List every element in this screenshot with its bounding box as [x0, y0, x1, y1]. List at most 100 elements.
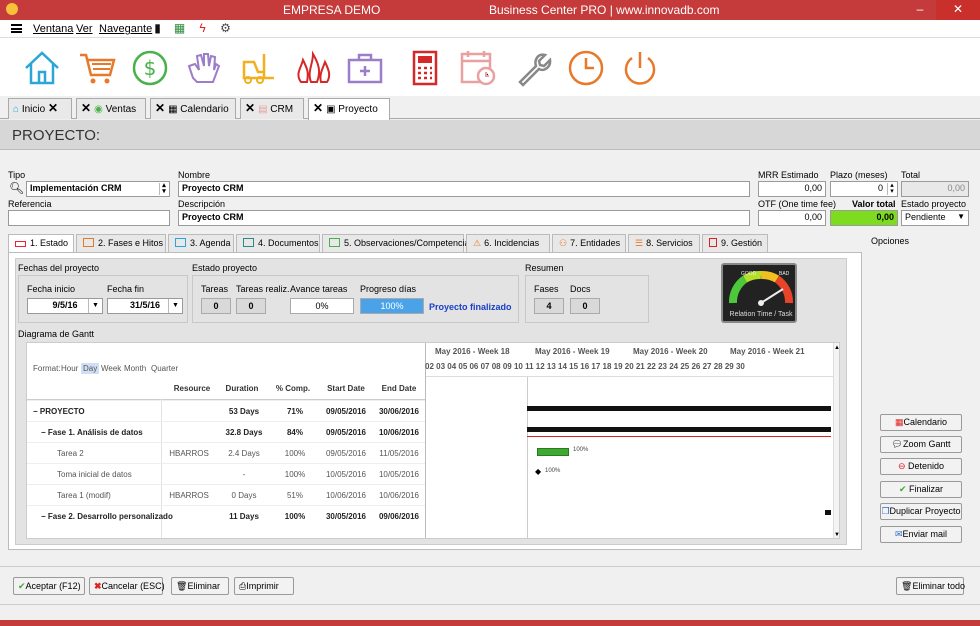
gantt-row[interactable]: − PROYECTO 53 Days 71% 09/05/2016 30/06/2016	[27, 400, 425, 421]
gantt-row[interactable]: Toma inicial de datos - 100% 10/05/2016 10/0…	[27, 463, 425, 484]
milestone-diamond-icon[interactable]: ◆	[535, 467, 541, 476]
descripcion-field[interactable]: Proyecto CRM	[178, 210, 750, 226]
gantt-cell-comp: 100%	[284, 512, 306, 521]
plazo-field[interactable]: 0 ▴ ▾	[830, 181, 898, 197]
eliminar-button[interactable]: 🗑︎Eliminar	[171, 577, 229, 595]
imprimir-button[interactable]: ⎙Imprimir	[234, 577, 294, 595]
calculator-icon[interactable]	[405, 48, 445, 88]
tab-ventas[interactable]: ✕ ◉ Ventas	[76, 98, 146, 119]
menu-ver[interactable]: Ver	[76, 23, 93, 35]
gantt-vscroll[interactable]: ▲ ▼	[833, 343, 839, 538]
tab-observaciones[interactable]: 5. Observaciones/Competencia	[322, 234, 470, 252]
enviar-mail-button[interactable]: ✉Enviar mail	[880, 526, 962, 543]
signal-icon[interactable]: ▮	[151, 22, 164, 35]
close-tab-icon[interactable]: ✕	[81, 101, 91, 115]
cancelar-button[interactable]: ✖Cancelar (ESC)	[89, 577, 165, 595]
scroll-down-icon[interactable]: ▼	[834, 532, 839, 538]
aceptar-button[interactable]: ✔Aceptar (F12)	[13, 577, 85, 595]
close-tab-icon[interactable]: ✕	[155, 101, 165, 115]
fecha-inicio-field[interactable]: 9/5/16 ▼	[27, 298, 103, 314]
wrench-icon[interactable]	[512, 48, 552, 88]
bar-proyecto[interactable]	[527, 406, 831, 411]
finalizar-button[interactable]: ✔ Finalizar	[880, 481, 962, 498]
hamburger-menu-icon[interactable]	[11, 24, 22, 33]
bar-fase1[interactable]	[527, 427, 831, 432]
tab-inicio[interactable]: ⌂ Inicio ✕	[8, 98, 72, 119]
fire-icon[interactable]	[293, 48, 333, 88]
tab-documentos[interactable]: 4. Documentos	[236, 234, 320, 252]
mrr-field[interactable]: 0,00	[758, 181, 826, 197]
search-icon[interactable]: 🔍︎	[9, 181, 24, 195]
format-hour[interactable]: Hour	[61, 364, 78, 373]
close-tab-icon[interactable]: ✕	[245, 101, 255, 115]
hand-icon[interactable]	[183, 48, 223, 88]
folder-icon	[243, 238, 254, 247]
calendario-button[interactable]: ▦Calendario	[880, 414, 962, 431]
detenido-button[interactable]: ⊖ Detenido	[880, 458, 962, 475]
tab-agenda[interactable]: 3. Agenda	[168, 234, 234, 252]
tab-crm[interactable]: ✕ ▤ CRM	[240, 98, 304, 119]
tab-entidades[interactable]: ⚇ 7. Entidades	[552, 234, 626, 252]
agenda-icon	[175, 238, 186, 247]
calendar-icon: ▦	[168, 104, 178, 115]
referencia-field[interactable]	[8, 210, 170, 226]
clock-icon[interactable]	[566, 48, 606, 88]
tab-servicios[interactable]: ☰ 8. Servicios	[628, 234, 700, 252]
tab-calendario[interactable]: ✕ ▦ Calendario	[150, 98, 236, 119]
gantt-cell-end: 30/06/2016	[378, 407, 420, 416]
otf-field[interactable]: 0,00	[758, 210, 826, 226]
flash-icon[interactable]: ϟ	[196, 22, 209, 35]
tab-incidencias[interactable]: ⚠ 6. Incidencias	[466, 234, 550, 252]
gantt-row[interactable]: − Fase 2. Desarrollo personalizado 11 Day…	[27, 505, 425, 526]
scroll-up-icon[interactable]: ▲	[834, 345, 839, 351]
project-icon: ▣	[326, 104, 336, 115]
milestone-label: 100%	[545, 468, 561, 474]
tab-documentos-label: 4. Documentos	[258, 238, 319, 248]
format-day[interactable]: Day	[81, 363, 100, 374]
minimize-button[interactable]: –	[906, 0, 934, 20]
chevron-down-icon: ▼	[957, 212, 965, 221]
gantt-cell-end: 10/06/2016	[378, 428, 420, 437]
gantt-row[interactable]: − Fase 1. Análisis de datos 32.8 Days 84% 0…	[27, 421, 425, 442]
chevron-down-icon[interactable]: ▼	[88, 299, 102, 313]
bar-fase2[interactable]	[825, 510, 831, 515]
settings-gear-icon[interactable]: ⚙	[219, 22, 232, 35]
format-quarter[interactable]: Quarter	[151, 364, 178, 373]
power-icon[interactable]	[620, 48, 660, 88]
nombre-field[interactable]: Proyecto CRM	[178, 181, 750, 197]
forklift-icon[interactable]	[238, 48, 278, 88]
tab-proyecto[interactable]: ✕ ▣ Proyecto	[308, 98, 390, 120]
progreso-label: Progreso días	[360, 284, 417, 294]
bar-tarea2[interactable]	[537, 448, 569, 456]
spinner-icon[interactable]: ▴ ▾	[159, 182, 168, 195]
close-tab-icon[interactable]: ✕	[48, 101, 58, 115]
calendar-clock-icon[interactable]	[458, 48, 498, 88]
medical-kit-icon[interactable]	[345, 48, 385, 88]
close-tab-icon[interactable]: ✕	[313, 101, 323, 115]
fecha-fin-field[interactable]: 31/5/16 ▼	[107, 298, 183, 314]
spinner-icon[interactable]: ▴ ▾	[887, 182, 896, 195]
gantt-cell-end: 10/05/2016	[378, 470, 420, 479]
format-month[interactable]: Month	[124, 364, 146, 373]
gantt-cell-end: 09/06/2016	[378, 512, 420, 521]
shopping-cart-icon[interactable]	[77, 48, 117, 88]
duplicar-button[interactable]: ❐Duplicar Proyecto	[880, 503, 962, 520]
menu-ventana[interactable]: Ventana	[33, 23, 73, 35]
tab-gestion[interactable]: 9. Gestión	[702, 234, 768, 252]
format-week[interactable]: Week	[101, 364, 121, 373]
gantt-row[interactable]: Tarea 2 HBARROS 2.4 Days 100% 09/05/2016 11/0…	[27, 442, 425, 463]
zoom-gantt-button[interactable]: 💬︎Zoom Gantt	[880, 436, 962, 453]
gantt-row[interactable]: Tarea 1 (modif) HBARROS 0 Days 51% 10/06/201…	[27, 484, 425, 505]
menu-navegante[interactable]: Navegante	[99, 23, 152, 35]
close-button[interactable]: ✕	[936, 0, 980, 20]
home-icon[interactable]	[22, 48, 62, 88]
estado-proyecto-select[interactable]: Pendiente ▼	[901, 210, 969, 226]
dollar-icon[interactable]: $	[130, 48, 170, 88]
eliminar-label: Eliminar	[187, 581, 220, 591]
tab-fases[interactable]: 2. Fases e Hitos	[76, 234, 166, 252]
tab-estado[interactable]: 1. Estado	[8, 234, 74, 253]
chevron-down-icon[interactable]: ▼	[168, 299, 182, 313]
tipo-select[interactable]: Implementación CRM ▴ ▾	[26, 181, 170, 197]
eliminar-todo-button[interactable]: 🗑︎Eliminar todo	[896, 577, 965, 595]
excel-icon[interactable]: ▦	[173, 22, 186, 35]
